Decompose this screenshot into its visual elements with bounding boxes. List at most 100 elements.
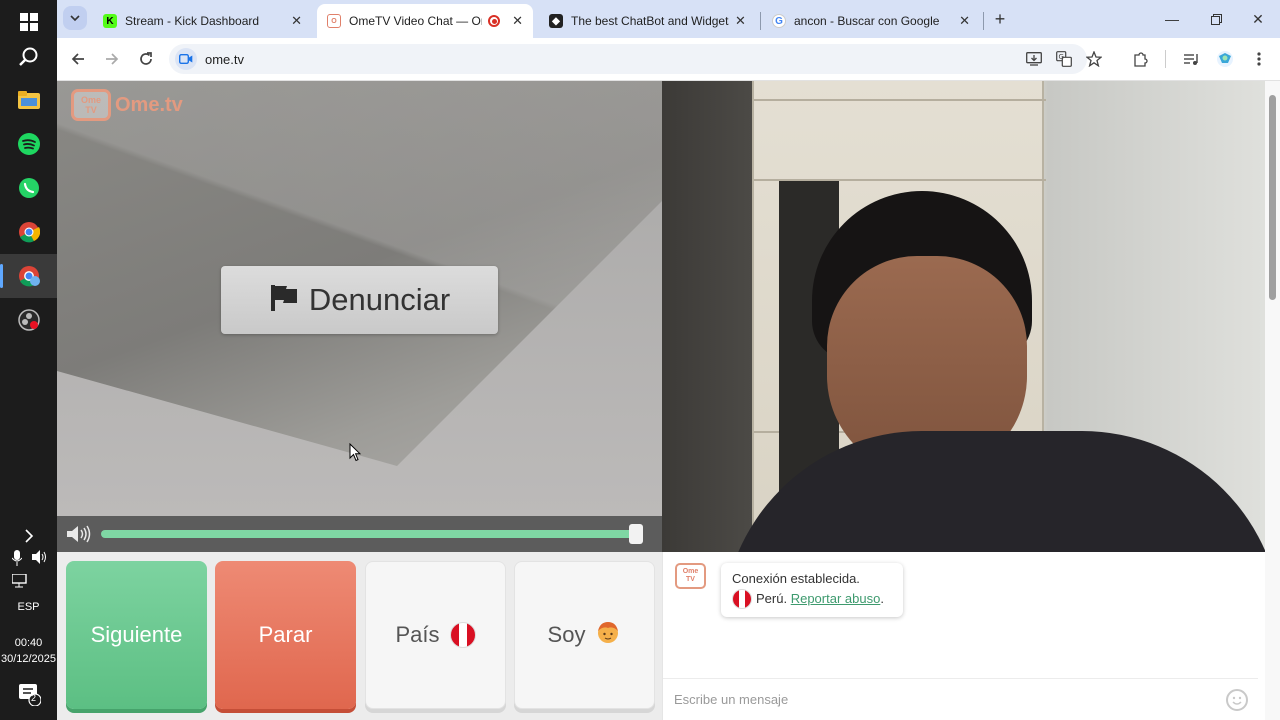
chat-controls: Siguiente Parar País Soy <box>57 552 662 720</box>
tab-google-search[interactable]: G ancon - Buscar con Google ✕ <box>762 4 980 38</box>
speaker-icon[interactable] <box>32 550 48 571</box>
logo-text: Ome.tv <box>115 93 183 116</box>
close-icon[interactable]: ✕ <box>291 13 302 29</box>
site-camera-icon[interactable] <box>175 48 197 70</box>
chat-panel: Ome TV Conexión establecida. Perú. Repor… <box>662 552 1258 720</box>
chatbot-favicon-icon: ◆ <box>549 14 563 28</box>
ometv-chat-logo-icon: Ome TV <box>675 563 706 589</box>
whatsapp-icon[interactable] <box>0 166 57 210</box>
close-icon[interactable]: ✕ <box>959 13 970 29</box>
ometv-favicon-icon: O <box>327 14 341 28</box>
volume-slider-track[interactable] <box>101 530 637 538</box>
message-input-placeholder: Escribe un mensaje <box>674 692 789 707</box>
self-video <box>662 81 1265 552</box>
next-button-label: Siguiente <box>90 622 183 647</box>
tab-separator <box>983 12 984 30</box>
obs-icon[interactable] <box>0 298 57 342</box>
peru-flag-icon <box>732 589 752 609</box>
media-controls-icon[interactable] <box>1178 46 1204 72</box>
new-tab-plus-icon[interactable]: + <box>990 9 1010 29</box>
stop-button-label: Parar <box>258 622 313 647</box>
notification-count: 2 <box>31 693 37 703</box>
notifications-icon[interactable]: 2 <box>19 684 42 711</box>
page-scrollbar[interactable] <box>1265 81 1280 720</box>
minimize-icon[interactable]: — <box>1150 0 1194 38</box>
partner-country: Perú. <box>756 591 788 606</box>
country-button-label: País <box>395 622 440 647</box>
spotify-icon[interactable] <box>0 122 57 166</box>
google-favicon-icon: G <box>772 14 786 28</box>
tab-search-chevron-down-icon[interactable] <box>63 6 87 30</box>
ometv-logo-icon: Ome TV <box>71 89 111 121</box>
tab-chatbot-widgets[interactable]: ◆ The best ChatBot and Widgets ✕ <box>539 4 759 38</box>
logo-small-text: Ome <box>682 568 699 575</box>
input-language[interactable]: ESP <box>0 600 57 615</box>
extensions-puzzle-icon[interactable] <box>1128 46 1154 72</box>
search-icon[interactable] <box>0 35 57 79</box>
window-close-icon[interactable]: ✕ <box>1236 0 1280 38</box>
kick-favicon-icon: K <box>103 14 117 28</box>
restore-icon[interactable] <box>1194 0 1238 38</box>
reload-icon[interactable] <box>133 46 159 72</box>
clock-time[interactable]: 00:40 <box>0 636 57 651</box>
tab-title: The best ChatBot and Widgets <box>571 14 729 28</box>
forward-arrow-icon[interactable] <box>99 46 125 72</box>
menu-kebab-icon[interactable] <box>1246 46 1272 72</box>
system-message: Conexión establecida. Perú. Reportar abu… <box>721 563 903 617</box>
message-input[interactable]: Escribe un mensaje <box>663 678 1258 720</box>
ometv-logo[interactable]: Ome TV Ome.tv <box>71 89 183 121</box>
system-tray <box>11 550 48 571</box>
mouse-cursor-icon <box>349 442 362 467</box>
tab-title: OmeTV Video Chat — Ome <box>349 14 482 28</box>
tab-title: Stream - Kick Dashboard <box>125 14 260 28</box>
tab-title: ancon - Buscar con Google <box>794 14 940 28</box>
translate-icon[interactable]: G <box>1051 46 1077 72</box>
volume-slider-handle[interactable] <box>629 524 643 544</box>
url-text[interactable]: ome.tv <box>205 52 244 67</box>
report-abuse-link[interactable]: Reportar abuso <box>791 589 881 609</box>
svg-text:G: G <box>1059 53 1064 61</box>
peru-flag-icon <box>449 622 476 648</box>
bookmark-star-icon[interactable] <box>1081 46 1107 72</box>
report-button-label: Denunciar <box>308 282 451 317</box>
chrome-profile-icon[interactable] <box>0 254 57 298</box>
profile-avatar-icon[interactable] <box>1212 46 1238 72</box>
boy-emoji-icon <box>595 619 621 651</box>
scrollbar-thumb[interactable] <box>1269 95 1276 300</box>
close-icon[interactable]: ✕ <box>512 13 523 29</box>
message-period: . <box>880 591 884 606</box>
ometv-page: Ome TV Ome.tv Denunciar Siguiente Parar … <box>57 81 1280 720</box>
volume-control <box>57 516 662 552</box>
toolbar-divider <box>1165 50 1166 68</box>
clock-date[interactable]: 30/12/2025 <box>0 652 57 667</box>
country-button[interactable]: País <box>365 561 506 709</box>
tab-ometv[interactable]: O OmeTV Video Chat — Ome ✕ <box>317 4 533 38</box>
logo-small-text: TV <box>85 105 97 115</box>
stop-button[interactable]: Parar <box>215 561 356 709</box>
tab-kick-dashboard[interactable]: K Stream - Kick Dashboard ✕ <box>93 4 312 38</box>
recording-icon <box>488 15 501 27</box>
gender-button[interactable]: Soy <box>514 561 655 709</box>
emoji-icon[interactable] <box>1226 689 1248 711</box>
install-app-icon[interactable] <box>1021 46 1047 72</box>
windows-taskbar: ESP 00:40 30/12/2025 2 <box>0 0 57 720</box>
microphone-icon[interactable] <box>11 550 23 571</box>
file-explorer-icon[interactable] <box>0 78 57 122</box>
next-button[interactable]: Siguiente <box>66 561 207 709</box>
logo-small-text: TV <box>686 576 695 583</box>
logo-small-text: Ome <box>80 95 101 105</box>
video-background <box>754 99 1046 101</box>
tab-separator <box>760 12 761 30</box>
speaker-icon[interactable] <box>66 525 94 548</box>
browser-tab-strip: K Stream - Kick Dashboard ✕ O OmeTV Vide… <box>57 0 1280 38</box>
network-icon[interactable] <box>11 573 28 593</box>
gender-button-label: Soy <box>547 622 586 647</box>
back-arrow-icon[interactable] <box>65 46 91 72</box>
close-icon[interactable]: ✕ <box>735 13 746 29</box>
flag-icon <box>269 283 299 318</box>
connection-message: Conexión establecida. <box>732 571 860 586</box>
address-bar[interactable]: ome.tv <box>169 44 1087 74</box>
browser-toolbar: ome.tv G <box>57 38 1280 81</box>
chrome-icon[interactable] <box>0 210 57 254</box>
report-button[interactable]: Denunciar <box>221 266 498 334</box>
